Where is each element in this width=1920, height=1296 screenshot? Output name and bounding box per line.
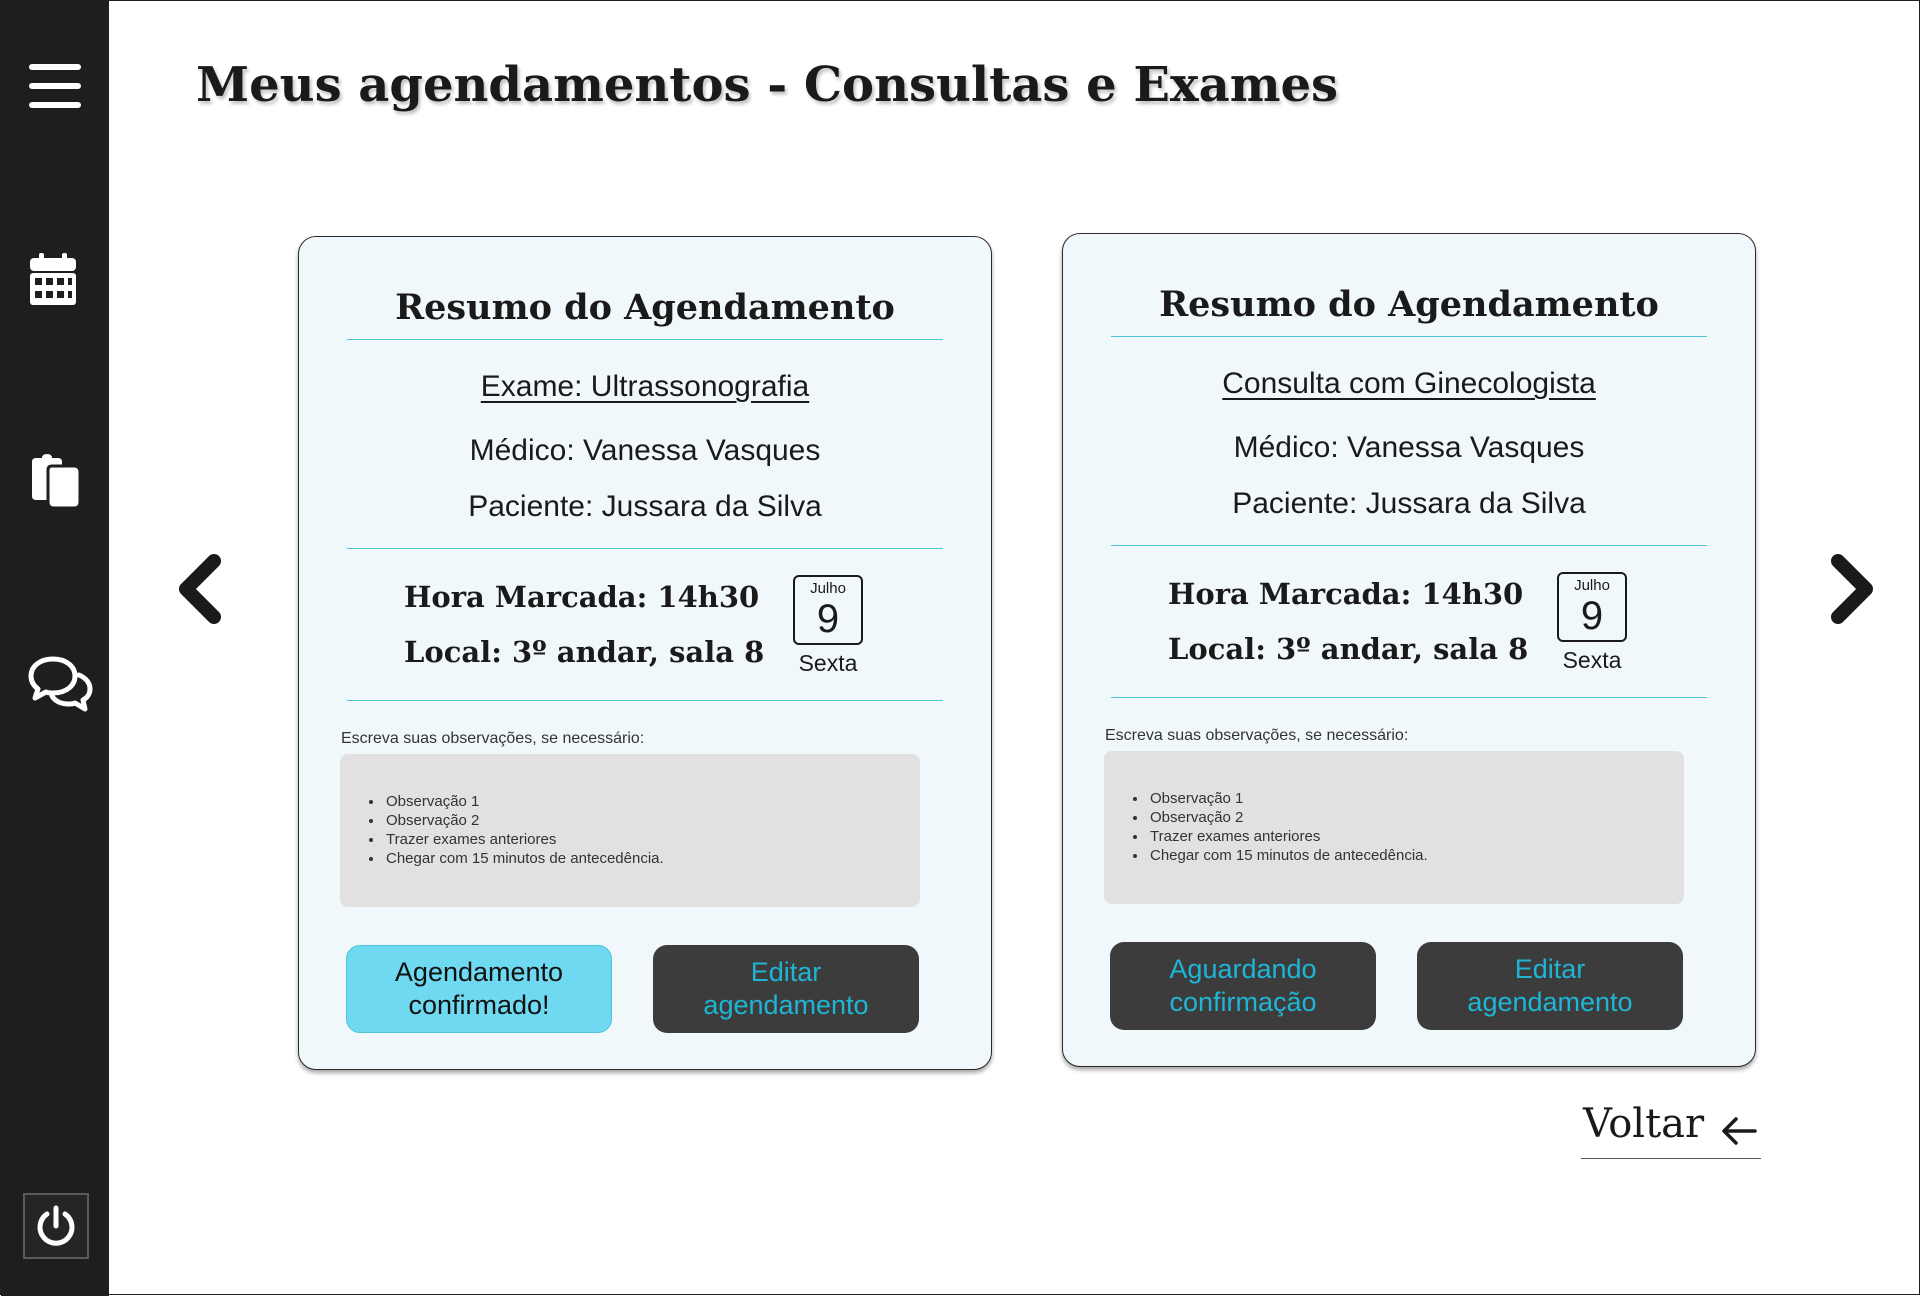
clipboard-icon[interactable] (25, 451, 85, 511)
observations-label: Escreva suas observações, se necessário: (1105, 727, 1409, 744)
chevron-right-icon (1831, 554, 1873, 624)
observation-item: Observação 2 (384, 811, 900, 830)
power-icon (37, 1205, 75, 1246)
divider (1111, 336, 1707, 337)
observations-textarea[interactable]: Observação 1 Observação 2 Trazer exames … (1104, 751, 1684, 904)
date-calendar-icon: Julho 9 (1557, 572, 1627, 642)
back-link[interactable]: Voltar (1581, 1099, 1761, 1159)
observation-item: Trazer exames anteriores (384, 830, 900, 849)
observation-item: Observação 1 (1148, 789, 1664, 808)
date-weekday: Sexta (1562, 647, 1622, 673)
observation-item: Chegar com 15 minutos de antecedência. (1148, 846, 1664, 865)
doctor-name: Médico: Vanessa Vasques (469, 434, 821, 467)
appointment-time: Hora Marcada: 14h30 (1168, 577, 1524, 611)
doctor-name: Médico: Vanessa Vasques (1233, 431, 1585, 464)
appointment-time: Hora Marcada: 14h30 (404, 580, 760, 614)
date-weekday: Sexta (798, 650, 858, 676)
page-title: Meus agendamentos - Consultas e Exames (196, 57, 1339, 113)
appointment-confirmed-button[interactable]: Agendamento confirmado! (346, 945, 612, 1033)
observation-item: Observação 1 (384, 792, 900, 811)
observations-list: Observação 1 Observação 2 Trazer exames … (1134, 789, 1664, 865)
observations-list: Observação 1 Observação 2 Trazer exames … (370, 792, 900, 868)
card-title: Resumo do Agendamento (1159, 284, 1659, 325)
date-day: 9 (816, 597, 840, 641)
divider (347, 548, 943, 549)
calendar-icon[interactable] (25, 249, 80, 309)
sidebar (1, 1, 109, 1296)
observation-item: Trazer exames anteriores (1148, 827, 1664, 846)
app-frame: Meus agendamentos - Consultas e Exames R… (0, 0, 1920, 1296)
appointment-subject-link[interactable]: Exame: Ultrassonografia (299, 370, 991, 404)
edit-appointment-button[interactable]: Editar agendamento (1417, 942, 1683, 1030)
observations-textarea[interactable]: Observação 1 Observação 2 Trazer exames … (340, 754, 920, 907)
divider (1111, 697, 1707, 698)
appointment-location: Local: 3º andar, sala 8 (1168, 632, 1529, 666)
power-button[interactable] (23, 1193, 89, 1259)
menu-icon[interactable] (25, 56, 85, 116)
edit-appointment-button[interactable]: Editar agendamento (653, 945, 919, 1033)
observation-item: Observação 2 (1148, 808, 1664, 827)
chat-icon[interactable] (25, 651, 95, 716)
appointment-card: Resumo do Agendamento Consulta com Ginec… (1062, 233, 1756, 1067)
next-arrow-button[interactable] (1823, 549, 1883, 629)
previous-arrow-button[interactable] (169, 549, 229, 629)
divider (1111, 545, 1707, 546)
back-label: Voltar (1583, 1101, 1705, 1147)
date-calendar-icon: Julho 9 (793, 575, 863, 645)
arrow-left-icon (1722, 1117, 1757, 1145)
patient-name: Paciente: Jussara da Silva (468, 490, 822, 523)
observations-label: Escreva suas observações, se necessário: (341, 730, 645, 747)
awaiting-confirmation-button[interactable]: Aguardando confirmação (1110, 942, 1376, 1030)
appointment-location: Local: 3º andar, sala 8 (404, 635, 765, 669)
divider (347, 700, 943, 701)
appointment-subject-link[interactable]: Consulta com Ginecologista (1063, 367, 1755, 401)
chevron-left-icon (179, 554, 221, 624)
appointment-card: Resumo do Agendamento Exame: Ultrassonog… (298, 236, 992, 1070)
date-day: 9 (1580, 594, 1604, 638)
divider (347, 339, 943, 340)
patient-name: Paciente: Jussara da Silva (1232, 487, 1586, 520)
observation-item: Chegar com 15 minutos de antecedência. (384, 849, 900, 868)
card-title: Resumo do Agendamento (395, 287, 895, 328)
